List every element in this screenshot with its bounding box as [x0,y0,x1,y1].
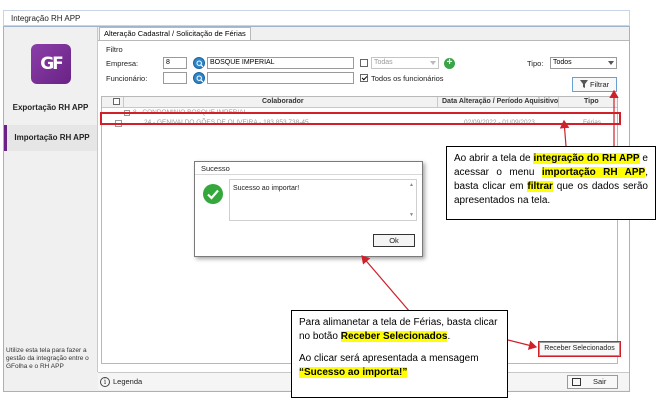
application-window: Integração RH APP GF Exportação RH APP I… [0,0,661,402]
search-icon [196,75,204,83]
empresa-search-button[interactable] [193,57,205,69]
dialog-title: Sucesso [195,162,422,175]
empresa-name-input[interactable]: BOSQUE IMPERIAL [207,57,354,69]
sair-button-label: Sair [593,377,607,386]
tipo-select-value: Todos [553,59,572,66]
todas-select-value: Todas [374,59,393,66]
row-highlight-annotation [100,112,621,125]
ok-button[interactable]: Ok [373,234,415,247]
window-title: Integração RH APP [11,14,81,23]
title-bar: Integração RH APP [3,10,630,26]
success-dialog: Sucesso ▲ ▼ Sucesso ao importar! Ok [194,161,423,257]
sair-button[interactable]: Sair [567,375,618,389]
success-check-icon [203,184,223,204]
tab-bar: Alteração Cadastral / Solicitação de Fér… [98,27,629,40]
chevron-down-icon [430,61,436,65]
column-header-colaborador[interactable]: Colaborador [262,98,304,105]
funcionario-label: Funcionário: [106,74,148,83]
tipo-select[interactable]: Todos [550,57,617,69]
add-button[interactable]: + [444,58,455,69]
sidebar-item-importacao[interactable]: Importação RH APP [4,125,97,151]
scroll-up-icon[interactable]: ▲ [409,182,414,188]
column-header-periodo[interactable]: Data Alteração / Período Aquisitivo [442,98,558,105]
dialog-message: Sucesso ao importar! [233,185,300,192]
gfolha-logo: GF [31,44,71,84]
sidebar-item-label: Exportação RH APP [12,103,89,112]
empresa-label: Empresa: [106,59,139,68]
grid-header: Colaborador Data Alteração / Período Aqu… [102,97,617,108]
funcionario-code-input[interactable] [163,72,187,84]
todas-checkbox[interactable] [360,59,368,67]
funcionario-search-button[interactable] [193,72,205,84]
filtrar-button[interactable]: Filtrar [572,77,617,92]
funnel-icon [579,80,588,88]
legenda-label[interactable]: Legenda [113,377,142,386]
callout-filtrar-instructions: Ao abrir a tela de integração do RH APP … [446,146,656,220]
search-icon [196,60,204,68]
info-icon[interactable]: i [100,377,110,387]
select-all-checkbox[interactable] [113,98,120,105]
tipo-label: Tipo: [527,59,544,68]
tab-alteracao-ferias[interactable]: Alteração Cadastral / Solicitação de Fér… [99,27,251,40]
todos-funcionarios-checkbox[interactable] [360,74,368,82]
sidebar-item-label: Importação RH APP [14,133,90,142]
sidebar-help-text: Utilize esta tela para fazer a gestão da… [6,347,89,370]
callout-receber-instructions: Para alimanetar a tela de Férias, basta … [291,310,508,398]
sidebar: GF Exportação RH APP Importação RH APP U… [4,27,98,372]
scroll-down-icon[interactable]: ▼ [409,212,414,218]
todas-select[interactable]: Todas [371,57,439,69]
funcionario-name-input[interactable] [207,72,354,84]
chevron-down-icon [608,61,614,65]
sidebar-item-exportacao[interactable]: Exportação RH APP [4,95,97,121]
todos-funcionarios-label: Todos os funcionários [371,74,444,83]
empresa-code-input[interactable]: 8 [163,57,187,69]
receber-selecionados-button[interactable]: Receber Selecionados [538,341,621,357]
filtrar-button-label: Filtrar [589,80,610,89]
exit-icon [572,378,581,386]
filter-group-label: Filtro [106,45,123,54]
column-header-tipo[interactable]: Tipo [584,98,599,105]
